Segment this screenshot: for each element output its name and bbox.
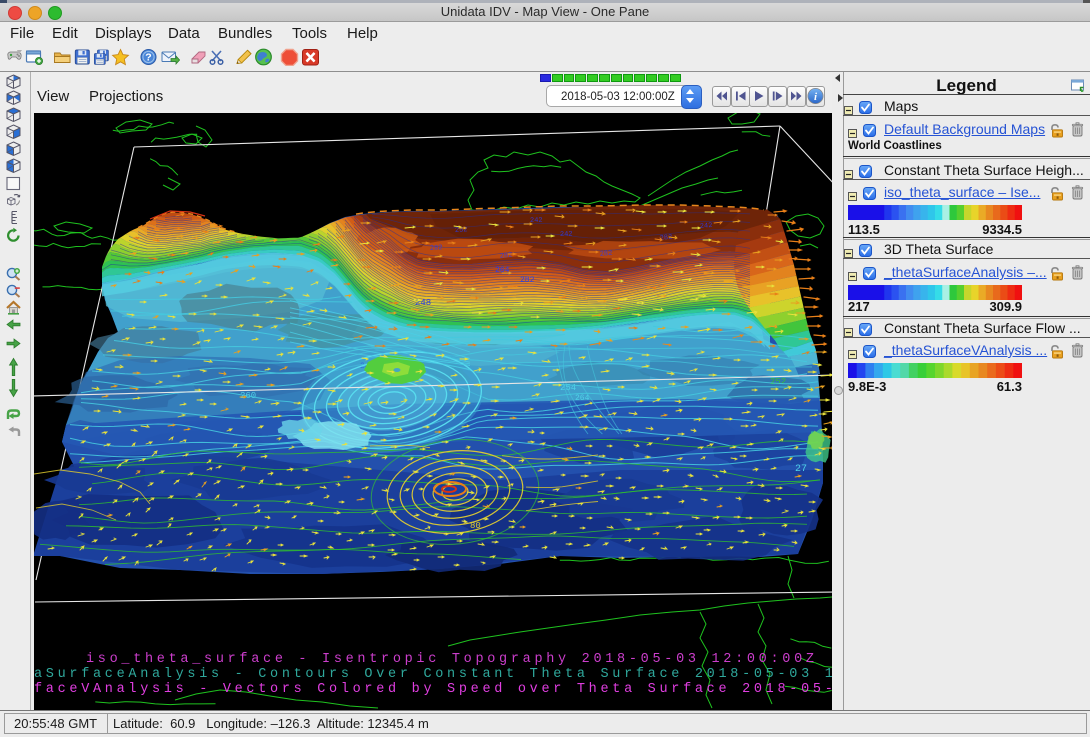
svg-text:faceVAnalysis - Vectors Colore: faceVAnalysis - Vectors Colored by Speed… [34, 682, 832, 697]
svg-text:242: 242 [700, 222, 713, 231]
svg-text:282: 282 [499, 252, 512, 261]
svg-text:264: 264 [495, 266, 510, 275]
svg-text:282: 282 [430, 244, 443, 253]
svg-text:aSurfaceAnalysis - Contours Ov: aSurfaceAnalysis - Contours Over Constan… [34, 667, 832, 682]
svg-text:282: 282 [520, 276, 535, 285]
svg-text:iso_theta_surface - Isentropic: iso_theta_surface - Isentropic Topograph… [86, 652, 818, 667]
svg-text:252: 252 [770, 377, 786, 387]
svg-text:27: 27 [795, 464, 807, 475]
svg-text:282: 282 [599, 250, 612, 259]
svg-text:?: ? [145, 52, 151, 64]
svg-text:242: 242 [560, 231, 573, 239]
svg-text:282: 282 [659, 234, 672, 243]
svg-text:248: 248 [415, 298, 431, 308]
svg-text:264: 264 [575, 394, 590, 403]
